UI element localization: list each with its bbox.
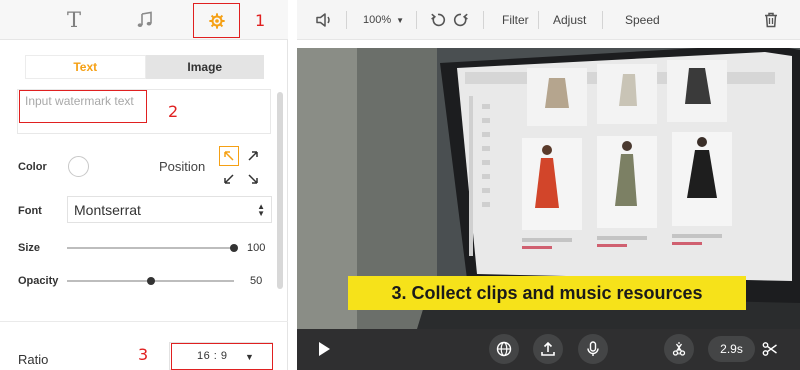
split-icon xyxy=(672,342,686,356)
gear-icon xyxy=(208,12,225,29)
mic-icon xyxy=(587,341,599,356)
arrow-top-left-icon xyxy=(224,151,234,161)
caret-down-icon: ▼ xyxy=(245,352,254,362)
video-caption: 3. Collect clips and music resources xyxy=(348,276,746,310)
position-top-left-button[interactable] xyxy=(219,146,239,166)
redo-icon xyxy=(453,13,468,27)
text-image-toggle: Text Image xyxy=(25,55,264,79)
updown-arrows-icon: ▲ ▼ xyxy=(257,201,265,218)
watermark-settings-panel: T 1 Text Image 2 Color Po xyxy=(0,0,288,370)
font-label: Font xyxy=(18,205,42,217)
globe-icon xyxy=(496,341,512,357)
upload-button[interactable] xyxy=(533,334,563,364)
arrow-top-right-icon xyxy=(248,151,258,161)
scissors-icon xyxy=(762,342,777,356)
clip-duration[interactable]: 2.9s xyxy=(708,336,755,362)
arrow-bottom-right-icon xyxy=(248,174,258,184)
play-button[interactable] xyxy=(316,341,332,357)
filter-button[interactable]: Filter xyxy=(502,0,529,40)
tab-music[interactable] xyxy=(121,5,169,35)
redo-button[interactable] xyxy=(453,0,469,40)
size-slider-thumb[interactable] xyxy=(230,244,238,252)
position-bottom-right-button[interactable] xyxy=(243,169,263,189)
toolbar-separator xyxy=(538,11,539,29)
image-mode-button[interactable]: Image xyxy=(145,55,264,79)
delete-button[interactable] xyxy=(764,0,778,40)
trash-icon xyxy=(765,12,777,28)
music-icon xyxy=(137,11,152,27)
cut-button[interactable] xyxy=(755,334,785,364)
text-icon: T xyxy=(66,8,81,32)
opacity-value: 50 xyxy=(250,275,263,287)
size-value: 100 xyxy=(247,242,266,254)
font-select-value: Montserrat xyxy=(74,201,141,218)
opacity-label: Opacity xyxy=(18,275,59,287)
size-slider-track xyxy=(67,247,234,249)
ratio-label: Ratio xyxy=(18,352,49,367)
volume-button[interactable] xyxy=(315,0,333,40)
language-button[interactable] xyxy=(489,334,519,364)
caret-down-icon: ▼ xyxy=(396,15,405,25)
annotation-2: 2 xyxy=(168,102,179,121)
video-preview[interactable]: 3. Collect clips and music resources xyxy=(297,48,800,329)
ratio-select-value: 16 : 9 xyxy=(197,350,228,362)
position-bottom-left-button[interactable] xyxy=(219,169,239,189)
editor-toolbar: 100% ▼ Filter Adjust Speed xyxy=(297,0,800,40)
tab-watermark-settings[interactable] xyxy=(193,3,240,38)
undo-button[interactable] xyxy=(430,0,446,40)
size-slider[interactable] xyxy=(67,242,238,254)
size-label: Size xyxy=(18,242,41,254)
annotation-1: 1 xyxy=(255,11,266,30)
opacity-slider-thumb[interactable] xyxy=(146,277,155,285)
color-label: Color xyxy=(18,161,47,173)
adjust-button[interactable]: Adjust xyxy=(553,0,586,40)
speaker-icon xyxy=(316,13,330,27)
panel-scrollbar[interactable] xyxy=(277,92,283,289)
text-mode-button[interactable]: Text xyxy=(25,55,146,79)
toolbar-separator xyxy=(483,11,484,29)
playback-controls: 2.9s xyxy=(297,329,800,370)
zoom-value: 100% xyxy=(363,14,392,26)
toolbar-separator xyxy=(602,11,603,29)
watermark-text-input[interactable] xyxy=(19,90,147,123)
tab-text[interactable]: T xyxy=(50,5,98,35)
zoom-dropdown[interactable]: 100% ▼ xyxy=(363,0,404,40)
toolbar-separator xyxy=(346,11,347,29)
annotation-3: 3 xyxy=(138,345,149,364)
toolbar-separator xyxy=(416,11,417,29)
position-top-right-button[interactable] xyxy=(243,146,263,166)
font-select[interactable]: Montserrat ▲ ▼ xyxy=(67,196,272,223)
upload-icon xyxy=(541,341,555,356)
panel-divider xyxy=(0,321,288,322)
voiceover-button[interactable] xyxy=(578,334,608,364)
speed-button[interactable]: Speed xyxy=(625,0,660,40)
play-icon xyxy=(319,342,330,356)
split-button[interactable] xyxy=(664,334,694,364)
panel-tab-bar: T xyxy=(0,0,288,40)
undo-icon xyxy=(431,13,446,27)
arrow-bottom-left-icon xyxy=(224,174,234,184)
ratio-select[interactable]: 16 : 9 ▼ xyxy=(169,342,273,370)
position-label: Position xyxy=(159,159,206,174)
opacity-slider[interactable] xyxy=(67,275,234,287)
color-swatch[interactable] xyxy=(68,156,89,177)
